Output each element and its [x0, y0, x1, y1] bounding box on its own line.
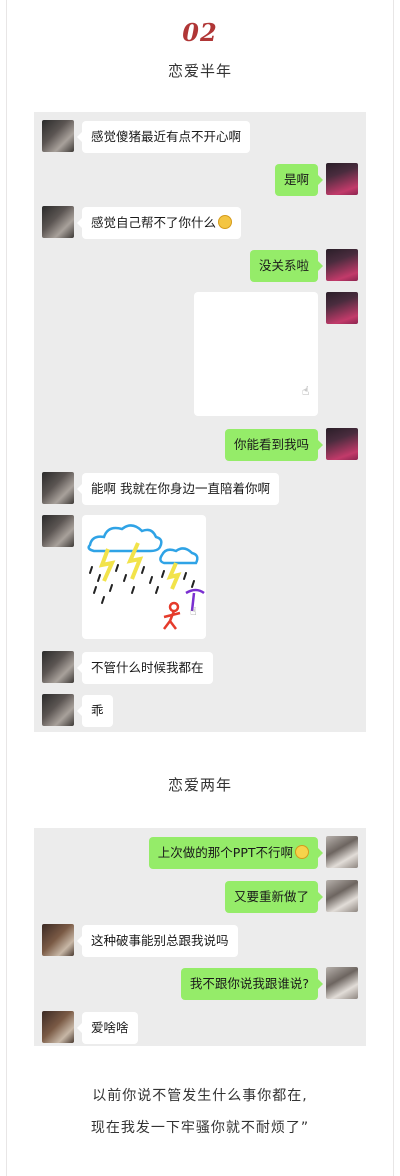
section-title-two-years: 恋爱两年	[167, 776, 232, 794]
caption-line-2: 现在我发一下牢骚你就不耐烦了”	[90, 1120, 310, 1136]
avatar[interactable]	[326, 249, 358, 281]
chat-panel-half-year	[34, 112, 366, 732]
chat-bubble-received: 不管什么时候我都在	[77, 652, 213, 684]
worried-face-icon	[218, 215, 233, 229]
chat-bubble-sent: 上次做的那个PPT不行啊	[148, 837, 324, 869]
chat-bubble-sent: 又要重新做了	[224, 881, 324, 913]
chat-bubble-received: 能啊 我就在你身边一直陪着你啊	[77, 473, 279, 505]
hand-pointer-icon: ☝	[302, 384, 310, 398]
avatar[interactable]	[326, 967, 358, 999]
section-number: 02	[182, 18, 218, 47]
storm-doodle-icon: ☝	[87, 524, 205, 630]
frame-line-right	[393, 0, 394, 1176]
chat-bubble-sent: 你能看到我吗	[224, 429, 324, 461]
avatar[interactable]	[326, 880, 358, 912]
avatar[interactable]	[326, 292, 358, 324]
crying-face-icon	[295, 845, 309, 859]
frame-line-left	[6, 0, 7, 1176]
caption-line-1: 以前你说不管发生什么事你都在,	[92, 1088, 308, 1104]
avatar[interactable]	[42, 924, 74, 956]
avatar[interactable]	[42, 1011, 74, 1043]
avatar[interactable]	[326, 163, 358, 195]
chat-bubble-received: 感觉自己帮不了你什么	[76, 207, 242, 239]
chat-bubble-text: 感觉自己帮不了你什么	[91, 215, 217, 230]
avatar[interactable]	[42, 515, 74, 547]
avatar[interactable]	[326, 836, 358, 868]
avatar[interactable]	[326, 428, 358, 460]
chat-bubble-sent: 我不跟你说我跟谁说?	[180, 968, 324, 1000]
avatar[interactable]	[42, 472, 74, 504]
avatar[interactable]	[42, 694, 74, 726]
chat-bubble-received: 爱啥啥	[77, 1012, 138, 1044]
chat-drawing-storm[interactable]: ☝	[82, 515, 206, 639]
chat-bubble-text: 上次做的那个PPT不行啊	[157, 845, 293, 860]
section-title-half-year: 恋爱半年	[167, 62, 232, 80]
svg-text:☝: ☝	[190, 605, 197, 618]
chat-bubble-sent: 是啊	[274, 164, 324, 196]
avatar[interactable]	[42, 120, 74, 152]
chat-drawing-blank[interactable]: ☝	[194, 292, 318, 416]
avatar[interactable]	[42, 206, 74, 238]
chat-bubble-sent: 没关系啦	[249, 250, 324, 282]
chat-bubble-received: 这种破事能别总跟我说吗	[77, 925, 238, 957]
chat-bubble-received: 感觉傻猪最近有点不开心啊	[76, 121, 251, 153]
chat-bubble-received: 乖	[77, 695, 113, 727]
avatar[interactable]	[42, 651, 74, 683]
